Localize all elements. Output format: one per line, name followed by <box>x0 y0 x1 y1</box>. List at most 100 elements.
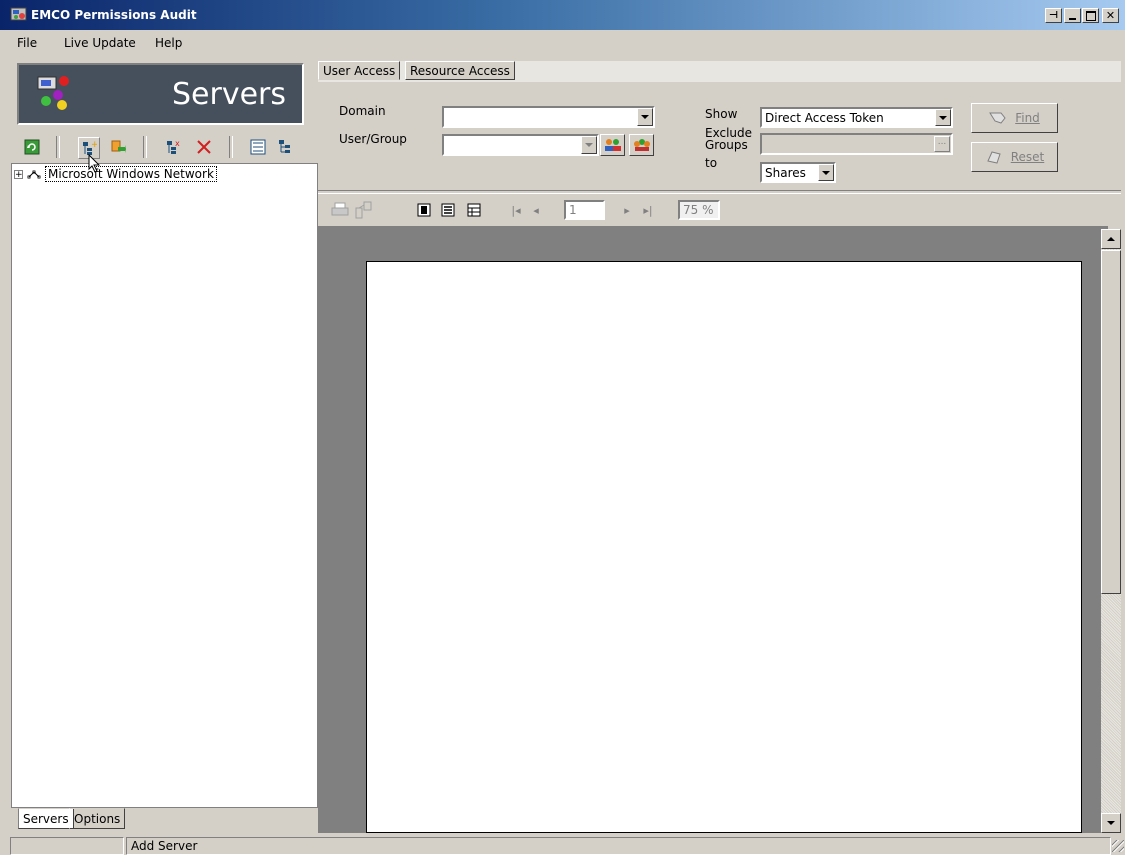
exclude-groups-label: Exclude Groups <box>705 127 752 151</box>
find-icon <box>989 112 1006 124</box>
menu-live-update-label: Live Update <box>64 36 136 50</box>
tree-node-network[interactable]: + Microsoft Windows Network <box>14 166 217 182</box>
import-servers-icon <box>111 140 126 153</box>
title-bar[interactable]: EMCO Permissions Audit ⊣ ✕ <box>0 0 1125 30</box>
tab-servers[interactable]: Servers <box>18 808 74 829</box>
select-groups-button[interactable] <box>629 134 654 156</box>
app-icon <box>10 6 27 22</box>
select-users-button[interactable] <box>600 134 625 156</box>
arrow-down-icon <box>1107 821 1115 825</box>
status-bar: Add Server <box>0 836 1125 855</box>
minimize-icon <box>1069 17 1076 20</box>
pin-icon: ⊣ <box>1048 9 1059 21</box>
refresh-icon <box>24 139 40 155</box>
refresh-button[interactable] <box>22 137 42 157</box>
to-select[interactable]: Shares <box>760 162 836 183</box>
show-label: Show <box>705 107 738 121</box>
domain-select[interactable] <box>442 106 655 128</box>
chevron-down-icon[interactable] <box>818 164 834 181</box>
scroll-down-button[interactable] <box>1101 813 1121 833</box>
exclude-label-line2: Groups <box>705 138 748 152</box>
status-text: Add Server <box>126 837 1111 855</box>
server-tree[interactable]: + Microsoft Windows Network <box>11 154 318 808</box>
right-tabs: User Access Resource Access <box>318 61 518 83</box>
menu-live-update[interactable]: Live Update <box>64 36 136 50</box>
last-page-button[interactable]: ▸| <box>640 200 656 220</box>
multi-page-icon <box>467 203 481 217</box>
list-view-button[interactable] <box>248 137 268 157</box>
minimize-button[interactable] <box>1064 8 1081 23</box>
delete-button[interactable] <box>194 137 214 157</box>
tree-view-button[interactable] <box>275 137 295 157</box>
find-label: Find <box>1015 111 1040 125</box>
print-icon <box>331 202 349 216</box>
page-width-button[interactable] <box>438 200 458 220</box>
browse-button[interactable]: ... <box>934 136 950 152</box>
single-page-icon <box>417 203 431 217</box>
expand-icon[interactable]: + <box>14 169 23 179</box>
pin-button[interactable]: ⊣ <box>1045 8 1062 23</box>
multi-page-button[interactable] <box>464 200 484 220</box>
toolbar-separator <box>229 136 233 158</box>
chevron-down-icon[interactable] <box>637 108 653 126</box>
group-icon <box>633 139 650 151</box>
preview-scrollbar[interactable] <box>1101 229 1121 833</box>
show-select[interactable]: Direct Access Token <box>760 107 953 128</box>
scroll-up-button[interactable] <box>1101 229 1121 249</box>
menu-help[interactable]: Help <box>155 36 182 50</box>
exclude-groups-field[interactable]: ... <box>760 133 953 155</box>
single-page-button[interactable] <box>414 200 434 220</box>
chevron-down-icon[interactable] <box>935 109 951 126</box>
arrow-up-icon <box>1107 237 1115 241</box>
find-button[interactable]: Find <box>971 103 1058 133</box>
left-bottom-tabs: Servers Options <box>11 808 318 831</box>
chevron-down-icon[interactable] <box>581 136 597 154</box>
resize-grip-icon[interactable] <box>1112 840 1124 852</box>
network-icon <box>27 170 41 179</box>
remove-server-icon: x <box>167 139 180 154</box>
menu-file-label: File <box>17 36 38 50</box>
tree-view-icon <box>279 140 290 153</box>
to-label: to <box>705 156 718 170</box>
svg-text:+: + <box>91 140 97 150</box>
tree-node-label: Microsoft Windows Network <box>45 166 217 182</box>
import-servers-button[interactable] <box>108 137 128 157</box>
zoom-field[interactable]: 75 % <box>678 200 720 220</box>
page-number-input[interactable]: 1 <box>564 200 605 220</box>
banner-title: Servers <box>171 77 286 112</box>
tab-user-access[interactable]: User Access <box>318 61 401 80</box>
reset-icon <box>987 151 1001 164</box>
user-group-select[interactable] <box>442 134 599 156</box>
close-button[interactable]: ✕ <box>1102 8 1119 23</box>
prev-page-button[interactable]: ◂ <box>529 200 543 220</box>
form-divider <box>318 190 1121 194</box>
remove-server-button[interactable]: x <box>163 137 183 157</box>
print-button[interactable] <box>330 200 350 220</box>
svg-text:x: x <box>175 139 180 148</box>
domain-label: Domain <box>339 104 386 118</box>
user-group-label: User/Group <box>339 132 407 146</box>
next-page-button[interactable]: ▸ <box>620 200 634 220</box>
toolbar-separator <box>56 136 60 158</box>
scroll-thumb[interactable] <box>1101 250 1121 594</box>
tab-resource-access[interactable]: Resource Access <box>405 61 515 80</box>
tab-options[interactable]: Options <box>69 808 126 829</box>
report-preview[interactable] <box>318 226 1108 833</box>
menu-file[interactable]: File <box>17 36 37 50</box>
export-icon <box>355 201 372 219</box>
mouse-cursor-icon <box>88 154 101 173</box>
export-button[interactable] <box>354 200 374 220</box>
maximize-icon <box>1085 10 1096 21</box>
delete-icon <box>197 140 211 154</box>
reset-label: Reset <box>1010 150 1045 164</box>
close-icon: ✕ <box>1105 9 1116 22</box>
status-cell-left <box>10 837 124 855</box>
menu-bar: File Live Update Help <box>0 36 1125 56</box>
first-page-button[interactable]: |◂ <box>508 200 524 220</box>
window-title: EMCO Permissions Audit <box>31 8 197 22</box>
menu-help-label: Help <box>155 36 183 50</box>
reset-button[interactable]: Reset <box>971 142 1058 172</box>
report-page <box>366 261 1082 833</box>
servers-toolbar: + x <box>17 135 317 159</box>
maximize-button[interactable] <box>1082 8 1099 23</box>
